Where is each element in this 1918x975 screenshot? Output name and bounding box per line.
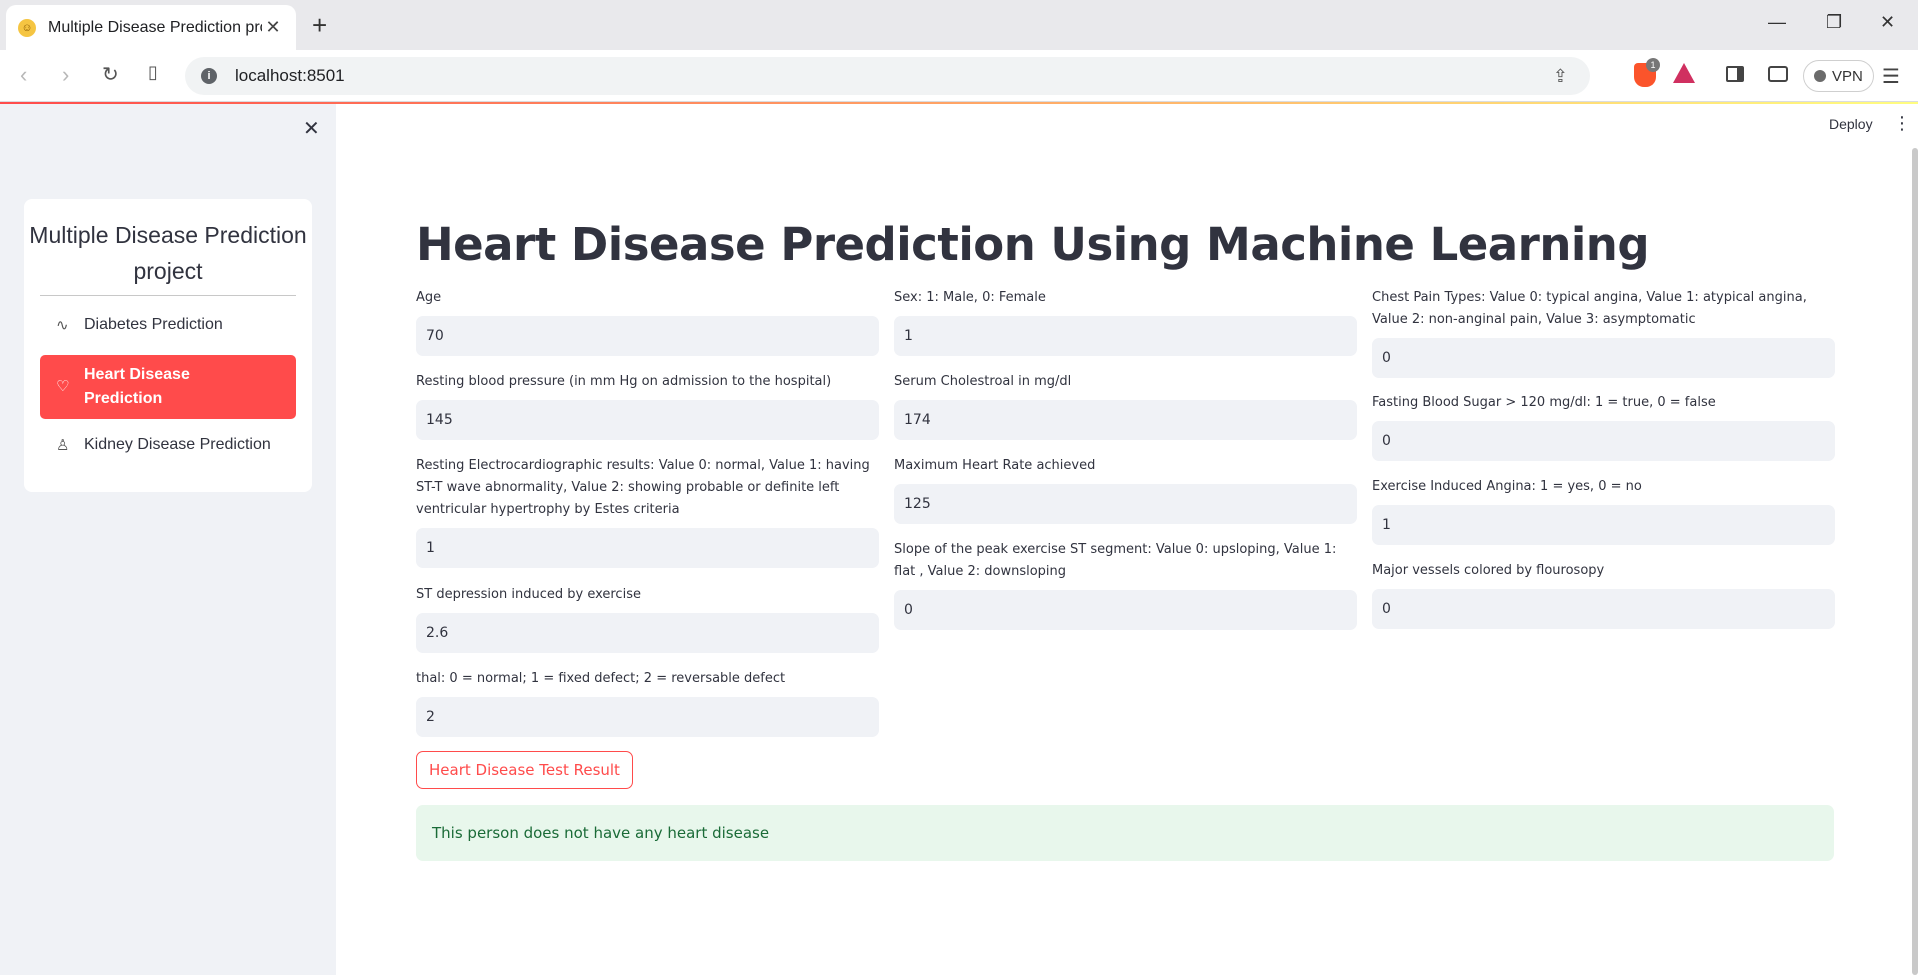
activity-icon: ∿ bbox=[56, 317, 69, 334]
forward-icon[interactable]: › bbox=[62, 62, 69, 88]
fasting-sugar-input[interactable]: 0 bbox=[1372, 421, 1835, 461]
major-vessels-label: Major vessels colored by flourosopy bbox=[1372, 563, 1605, 578]
chest-pain-field: Chest Pain Types: Value 0: typical angin… bbox=[1372, 287, 1835, 378]
brave-rewards-icon[interactable] bbox=[1673, 63, 1695, 83]
thal-field: thal: 0 = normal; 1 = fixed defect; 2 = … bbox=[416, 668, 879, 737]
cholesterol-label: Serum Cholestroal in mg/dl bbox=[894, 374, 1072, 389]
browser-toolbar: ‹ › ↻ ▯ i localhost:8501 ⇪ 1 VPN ☰ bbox=[0, 50, 1918, 102]
thal-input[interactable]: 2 bbox=[416, 697, 879, 737]
back-icon[interactable]: ‹ bbox=[20, 62, 27, 88]
fasting-sugar-label: Fasting Blood Sugar > 120 mg/dl: 1 = tru… bbox=[1372, 395, 1716, 410]
restore-icon[interactable]: ❐ bbox=[1826, 12, 1842, 33]
age-label: Age bbox=[416, 290, 442, 305]
major-vessels-input[interactable]: 0 bbox=[1372, 589, 1835, 629]
sidebar-item-label: Kidney Disease Prediction bbox=[84, 436, 271, 453]
st-depression-field: ST depression induced by exercise 2.6 bbox=[416, 584, 879, 653]
test-result-button[interactable]: Heart Disease Test Result bbox=[416, 751, 633, 789]
thal-label: thal: 0 = normal; 1 = fixed defect; 2 = … bbox=[416, 671, 786, 686]
browser-tab[interactable]: ☺ Multiple Disease Prediction proj ✕ bbox=[6, 5, 296, 50]
shield-count-badge: 1 bbox=[1646, 58, 1660, 72]
person-icon: ♙ bbox=[56, 437, 70, 454]
st-slope-label: Slope of the peak exercise ST segment: V… bbox=[894, 542, 1337, 579]
info-icon[interactable]: i bbox=[201, 68, 217, 84]
sex-input[interactable]: 1 bbox=[894, 316, 1357, 356]
max-heart-rate-field: Maximum Heart Rate achieved 125 bbox=[894, 455, 1357, 524]
exercise-angina-label: Exercise Induced Angina: 1 = yes, 0 = no bbox=[1372, 479, 1642, 494]
resting-bp-field: Resting blood pressure (in mm Hg on admi… bbox=[416, 371, 879, 440]
st-depression-label: ST depression induced by exercise bbox=[416, 587, 641, 602]
st-slope-field: Slope of the peak exercise ST segment: V… bbox=[894, 539, 1357, 630]
chest-pain-input[interactable]: 0 bbox=[1372, 338, 1835, 378]
resting-bp-label: Resting blood pressure (in mm Hg on admi… bbox=[416, 374, 832, 389]
major-vessels-field: Major vessels colored by flourosopy 0 bbox=[1372, 560, 1835, 629]
tab-title: Multiple Disease Prediction proj bbox=[48, 18, 262, 36]
age-input[interactable]: 70 bbox=[416, 316, 879, 356]
sex-label: Sex: 1: Male, 0: Female bbox=[894, 290, 1046, 305]
exercise-angina-field: Exercise Induced Angina: 1 = yes, 0 = no… bbox=[1372, 476, 1835, 545]
chest-pain-label: Chest Pain Types: Value 0: typical angin… bbox=[1372, 290, 1807, 327]
minimize-icon[interactable]: — bbox=[1768, 12, 1786, 33]
deploy-button[interactable]: Deploy bbox=[1829, 116, 1873, 132]
st-slope-input[interactable]: 0 bbox=[894, 590, 1357, 630]
vpn-button[interactable]: VPN bbox=[1803, 60, 1874, 92]
menu-title: Multiple Disease Prediction project bbox=[29, 222, 307, 284]
resting-ecg-input[interactable]: 1 bbox=[416, 528, 879, 568]
vpn-label: VPN bbox=[1832, 67, 1863, 85]
scrollbar[interactable] bbox=[1912, 148, 1918, 975]
sidebar-item-heart[interactable]: ♡ Heart Disease Prediction bbox=[40, 355, 296, 419]
cholesterol-field: Serum Cholestroal in mg/dl 174 bbox=[894, 371, 1357, 440]
fasting-sugar-field: Fasting Blood Sugar > 120 mg/dl: 1 = tru… bbox=[1372, 392, 1835, 461]
resting-bp-input[interactable]: 145 bbox=[416, 400, 879, 440]
max-heart-rate-input[interactable]: 125 bbox=[894, 484, 1357, 524]
browser-tabbar: ☺ Multiple Disease Prediction proj ✕ + —… bbox=[0, 0, 1918, 50]
result-alert: This person does not have any heart dise… bbox=[416, 805, 1834, 861]
age-field: Age 70 bbox=[416, 287, 879, 356]
option-menu: Multiple Disease Prediction project ∿ Di… bbox=[24, 199, 312, 492]
close-sidebar-icon[interactable]: ✕ bbox=[303, 116, 320, 141]
sidebar: ✕ Multiple Disease Prediction project ∿ … bbox=[0, 104, 336, 975]
page-title: Heart Disease Prediction Using Machine L… bbox=[416, 218, 1650, 271]
sex-field: Sex: 1: Male, 0: Female 1 bbox=[894, 287, 1357, 356]
browser-menu-icon[interactable]: ☰ bbox=[1882, 64, 1900, 89]
st-depression-input[interactable]: 2.6 bbox=[416, 613, 879, 653]
share-icon[interactable]: ⇪ bbox=[1553, 66, 1568, 87]
bookmark-icon[interactable]: ▯ bbox=[148, 62, 158, 83]
cholesterol-input[interactable]: 174 bbox=[894, 400, 1357, 440]
mask-face-icon: ☺ bbox=[18, 18, 36, 37]
resting-ecg-field: Resting Electrocardiographic results: Va… bbox=[416, 455, 879, 568]
url-text: localhost:8501 bbox=[235, 66, 345, 85]
sidebar-item-label: Diabetes Prediction bbox=[84, 316, 223, 333]
vpn-status-icon bbox=[1814, 70, 1826, 82]
sidebar-item-label: Heart Disease Prediction bbox=[84, 366, 190, 407]
menu-divider bbox=[40, 295, 296, 296]
max-heart-rate-label: Maximum Heart Rate achieved bbox=[894, 458, 1096, 473]
more-options-icon[interactable]: ⋮ bbox=[1893, 114, 1911, 132]
close-tab-icon[interactable]: ✕ bbox=[262, 17, 284, 38]
sidebar-item-diabetes[interactable]: ∿ Diabetes Prediction bbox=[40, 305, 296, 345]
sidebar-item-kidney[interactable]: ♙ Kidney Disease Prediction bbox=[40, 425, 296, 465]
result-message: This person does not have any heart dise… bbox=[432, 824, 770, 842]
exercise-angina-input[interactable]: 1 bbox=[1372, 505, 1835, 545]
window-close-icon[interactable]: ✕ bbox=[1880, 12, 1895, 33]
reload-icon[interactable]: ↻ bbox=[102, 62, 119, 87]
address-bar[interactable]: i localhost:8501 ⇪ bbox=[185, 57, 1590, 95]
heart-icon: ♡ bbox=[56, 378, 70, 395]
resting-ecg-label: Resting Electrocardiographic results: Va… bbox=[416, 458, 870, 517]
new-tab-icon[interactable]: + bbox=[312, 12, 327, 38]
sidebar-toggle-icon[interactable] bbox=[1726, 66, 1744, 82]
wallet-icon[interactable] bbox=[1768, 66, 1788, 82]
